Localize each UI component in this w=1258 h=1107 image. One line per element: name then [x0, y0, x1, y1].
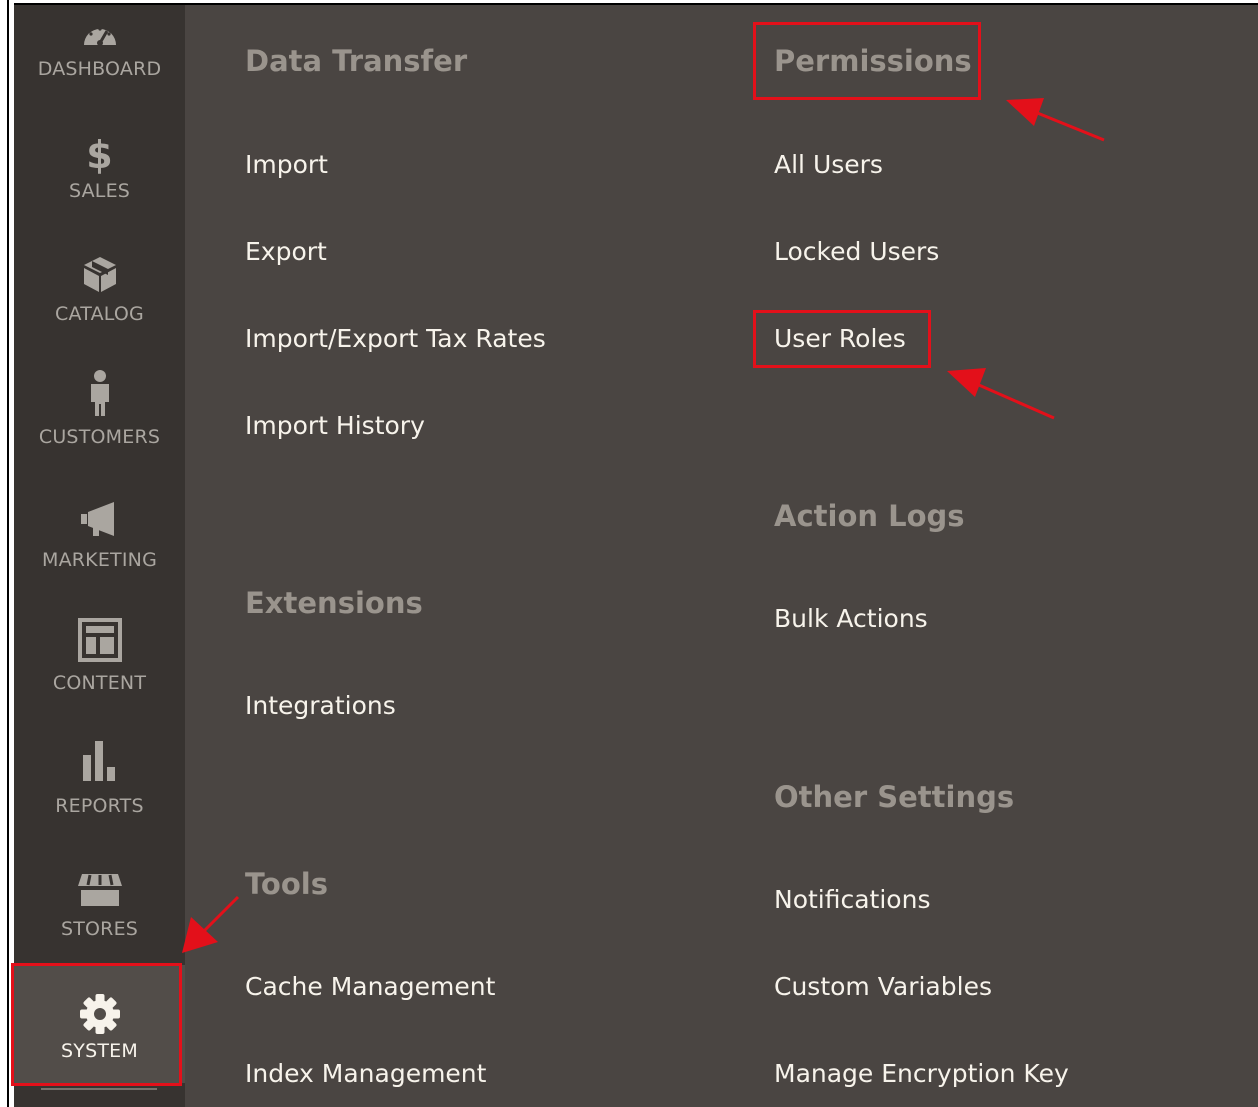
- nav-dashboard-label: DASHBOARD: [37, 58, 162, 80]
- nav-stores-label: STORES: [60, 918, 139, 940]
- storefront-icon: [14, 872, 185, 908]
- nav-content-label: CONTENT: [52, 672, 147, 694]
- system-menu-panel: Data Transfer Import Export Import/Expor…: [185, 5, 1258, 1107]
- layout-icon: [14, 618, 185, 662]
- nav-divider: [41, 1088, 157, 1090]
- section-title-data-transfer: Data Transfer: [245, 44, 468, 78]
- menu-link-manage-encryption-key[interactable]: Manage Encryption Key: [774, 1059, 1069, 1088]
- nav-dashboard[interactable]: DASHBOARD: [14, 5, 185, 105]
- menu-link-export[interactable]: Export: [245, 237, 327, 266]
- section-title-permissions: Permissions: [774, 44, 972, 78]
- nav-catalog[interactable]: CATALOG: [14, 237, 185, 347]
- menu-link-notifications[interactable]: Notifications: [774, 885, 930, 914]
- nav-content[interactable]: CONTENT: [14, 605, 185, 715]
- section-title-action-logs: Action Logs: [774, 499, 965, 533]
- nav-system[interactable]: SYSTEM: [14, 965, 185, 1083]
- menu-link-import-history[interactable]: Import History: [245, 411, 425, 440]
- nav-marketing[interactable]: MARKETING: [14, 482, 185, 592]
- menu-link-custom-variables[interactable]: Custom Variables: [774, 972, 992, 1001]
- nav-marketing-label: MARKETING: [41, 549, 157, 571]
- menu-link-import-export-tax-rates[interactable]: Import/Export Tax Rates: [245, 324, 546, 353]
- dollar-icon: $: [86, 133, 113, 177]
- dashboard-gauge-icon: [14, 19, 185, 47]
- box-icon: [14, 255, 185, 293]
- nav-customers[interactable]: CUSTOMERS: [14, 360, 185, 470]
- menu-link-integrations[interactable]: Integrations: [245, 691, 396, 720]
- menu-link-user-roles[interactable]: User Roles: [774, 324, 906, 353]
- nav-reports[interactable]: REPORTS: [14, 727, 185, 837]
- menu-link-all-users[interactable]: All Users: [774, 150, 883, 179]
- admin-sidebar: DASHBOARD $ SALES CATALOG CUSTOMERS MARK…: [14, 5, 185, 1107]
- nav-system-label: SYSTEM: [61, 1040, 138, 1062]
- frame-left-border: [0, 0, 14, 1107]
- section-title-other-settings: Other Settings: [774, 780, 1015, 814]
- menu-link-import[interactable]: Import: [245, 150, 328, 179]
- menu-link-locked-users[interactable]: Locked Users: [774, 237, 939, 266]
- screenshot-frame: DASHBOARD $ SALES CATALOG CUSTOMERS MARK…: [0, 0, 1258, 1107]
- menu-link-index-management[interactable]: Index Management: [245, 1059, 486, 1088]
- section-title-extensions: Extensions: [245, 586, 423, 620]
- section-title-tools: Tools: [245, 867, 328, 901]
- megaphone-icon: [14, 502, 185, 538]
- nav-sales[interactable]: $ SALES: [14, 115, 185, 225]
- nav-reports-label: REPORTS: [55, 795, 144, 817]
- menu-link-cache-management[interactable]: Cache Management: [245, 972, 495, 1001]
- person-icon: [14, 368, 185, 418]
- nav-sales-label: SALES: [68, 180, 131, 202]
- nav-customers-label: CUSTOMERS: [38, 426, 161, 448]
- gear-icon: [14, 993, 185, 1035]
- menu-link-bulk-actions[interactable]: Bulk Actions: [774, 604, 928, 633]
- nav-stores[interactable]: STORES: [14, 850, 185, 960]
- bar-chart-icon: [14, 739, 185, 783]
- nav-catalog-label: CATALOG: [55, 303, 144, 325]
